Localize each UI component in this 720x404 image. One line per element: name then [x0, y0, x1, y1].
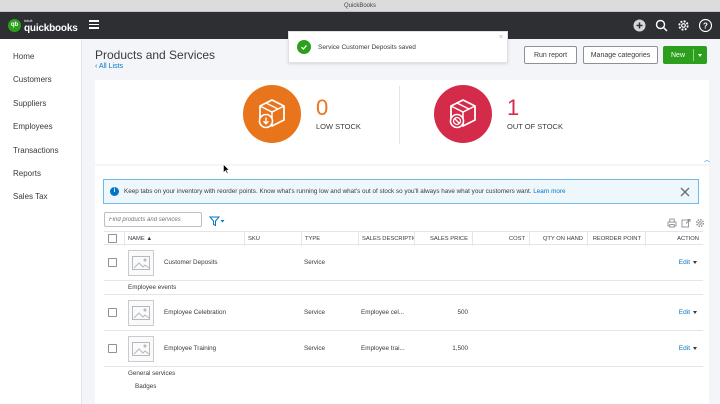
column-header-name[interactable]: NAME ▲ — [124, 232, 244, 246]
product-type: Service — [304, 345, 325, 352]
table-header: NAME ▲ SKU TYPE SALES DESCRIPTIO SALES P… — [104, 231, 703, 246]
column-header-sales-description[interactable]: SALES DESCRIPTIO — [358, 232, 414, 246]
product-sales-description: Employee trai... — [361, 345, 405, 352]
manage-categories-button[interactable]: Manage categories — [583, 46, 658, 64]
product-sales-description: Employee cel... — [361, 309, 405, 316]
close-icon[interactable] — [679, 185, 691, 197]
chevron-down-icon[interactable] — [693, 311, 697, 314]
left-sidebar: Home Customers Suppliers Employees Trans… — [0, 39, 82, 404]
search-input[interactable] — [104, 212, 202, 227]
low-stock-count[interactable]: 0 — [316, 95, 328, 121]
table-row[interactable]: Customer Deposits Service Edit — [104, 245, 703, 281]
settings-gear-icon[interactable] — [695, 215, 705, 227]
svg-text:?: ? — [703, 21, 708, 30]
quickbooks-logo[interactable]: qb intuit quickbooks — [8, 17, 78, 34]
product-image-placeholder-icon — [128, 250, 154, 276]
banner-text: Keep tabs on your inventory with reorder… — [124, 188, 566, 195]
out-of-stock-label[interactable]: OUT OF STOCK — [507, 122, 563, 131]
collapse-chevron-up-icon[interactable]: ︿ — [704, 155, 710, 164]
row-checkbox[interactable] — [108, 344, 117, 353]
table-row[interactable]: Employee Celebration Service Employee ce… — [104, 295, 703, 331]
product-sales-price: 1,500 — [452, 345, 468, 352]
quickbooks-wordmark: quickbooks — [24, 23, 78, 34]
mouse-cursor-icon — [223, 161, 230, 174]
create-plus-icon[interactable] — [632, 18, 646, 32]
subcategory-row: Badges — [135, 383, 157, 390]
category-row: Employee events — [104, 281, 703, 295]
product-name: Customer Deposits — [164, 259, 218, 266]
low-stock-label[interactable]: LOW STOCK — [316, 122, 361, 131]
sidebar-item-employees[interactable]: Employees — [0, 115, 81, 138]
sidebar-item-reports[interactable]: Reports — [0, 162, 81, 185]
select-all-checkbox[interactable] — [108, 234, 117, 243]
reorder-points-banner: i Keep tabs on your inventory with reord… — [103, 179, 699, 204]
row-checkbox[interactable] — [108, 308, 117, 317]
gear-icon[interactable] — [676, 18, 690, 32]
toast-close-icon[interactable]: × — [499, 34, 503, 41]
product-sales-price: 500 — [457, 309, 468, 316]
category-row: General services — [128, 370, 176, 377]
product-name: Employee Training — [164, 345, 217, 352]
success-check-icon — [297, 40, 311, 54]
info-icon: i — [110, 187, 119, 196]
table-row[interactable]: Employee Training Service Employee trai.… — [104, 331, 703, 367]
run-report-button[interactable]: Run report — [524, 46, 577, 64]
new-button[interactable]: New — [663, 46, 707, 64]
product-name: Employee Celebration — [164, 309, 226, 316]
qb-logo-icon: qb — [8, 18, 21, 32]
product-type: Service — [304, 259, 325, 266]
edit-action[interactable]: Edit — [679, 259, 697, 266]
toast-message: Service Customer Deposits saved — [318, 43, 416, 51]
filter-icon[interactable] — [208, 214, 225, 227]
products-table: NAME ▲ SKU TYPE SALES DESCRIPTIO SALES P… — [104, 231, 703, 393]
product-image-placeholder-icon — [128, 300, 154, 326]
sidebar-item-transactions[interactable]: Transactions — [0, 139, 81, 162]
out-of-stock-count[interactable]: 1 — [507, 95, 519, 121]
window-titlebar: QuickBooks — [0, 0, 720, 12]
row-checkbox[interactable] — [108, 258, 117, 267]
sidebar-item-customers[interactable]: Customers — [0, 68, 81, 91]
product-type: Service — [304, 309, 325, 316]
chevron-down-icon[interactable] — [693, 347, 697, 350]
column-header-cost[interactable]: COST — [472, 232, 529, 246]
chevron-down-icon[interactable] — [698, 54, 702, 57]
page-title: Products and Services — [95, 48, 216, 62]
column-header-type[interactable]: TYPE — [301, 232, 358, 246]
save-toast: Service Customer Deposits saved × — [288, 31, 508, 63]
products-panel: i Keep tabs on your inventory with reord… — [95, 166, 709, 404]
export-icon[interactable] — [681, 215, 691, 228]
new-button-label: New — [671, 51, 686, 59]
column-header-action: ACTION — [645, 232, 703, 246]
print-icon[interactable] — [667, 215, 677, 228]
column-header-qty-on-hand[interactable]: QTY ON HAND — [529, 232, 587, 246]
column-header-reorder-point[interactable]: REORDER POINT — [587, 232, 645, 246]
edit-action[interactable]: Edit — [679, 345, 697, 352]
column-header-sku[interactable]: SKU — [244, 232, 301, 246]
stock-divider — [399, 86, 400, 144]
low-stock-box-icon[interactable] — [243, 85, 301, 143]
chevron-down-icon[interactable] — [693, 261, 697, 264]
product-image-placeholder-icon — [128, 336, 154, 362]
stock-summary-panel: 0 LOW STOCK 1 OUT OF STOCK — [95, 80, 709, 164]
search-icon[interactable] — [654, 18, 668, 32]
edit-action[interactable]: Edit — [679, 309, 697, 316]
help-icon[interactable]: ? — [698, 18, 712, 32]
sidebar-item-suppliers[interactable]: Suppliers — [0, 92, 81, 115]
sidebar-item-home[interactable]: Home — [0, 45, 81, 68]
main-content: Products and Services ‹ All Lists Servic… — [82, 31, 720, 404]
out-of-stock-box-icon[interactable] — [434, 85, 492, 143]
column-header-sales-price[interactable]: SALES PRICE — [414, 232, 472, 246]
learn-more-link[interactable]: Learn more — [533, 188, 565, 195]
menu-hamburger-icon[interactable] — [89, 20, 99, 29]
sidebar-item-sales-tax[interactable]: Sales Tax — [0, 185, 81, 208]
all-lists-link[interactable]: ‹ All Lists — [95, 63, 123, 70]
